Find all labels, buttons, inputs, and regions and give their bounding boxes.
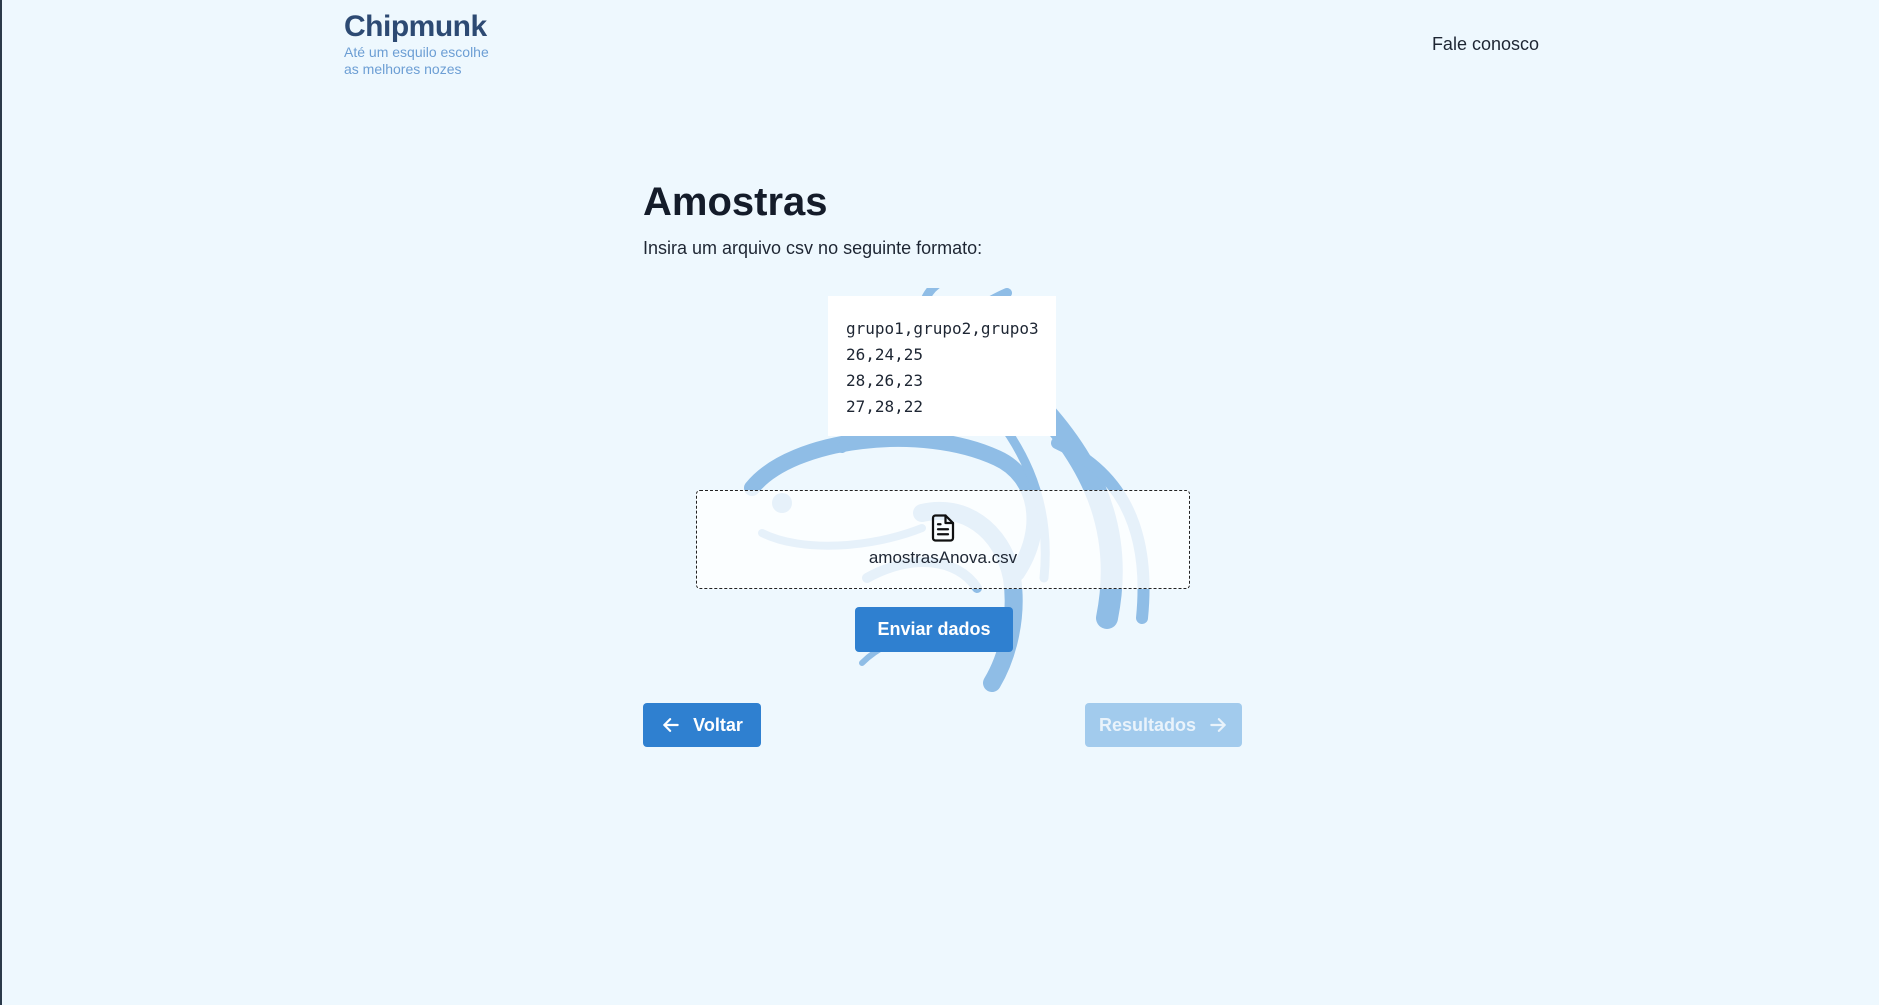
csv-example-line: grupo1,grupo2,grupo3 [846, 319, 1039, 338]
back-label: Voltar [693, 714, 743, 735]
arrow-right-icon [1210, 718, 1226, 732]
file-text-icon [931, 513, 955, 542]
contact-link[interactable]: Fale conosco [1432, 34, 1539, 55]
csv-example-line: 26,24,25 [846, 345, 924, 364]
logo-tagline-line2: as melhores nozes [344, 61, 462, 77]
results-button[interactable]: Resultados [1085, 703, 1242, 747]
back-button[interactable]: Voltar [643, 703, 761, 747]
csv-example-line: 28,26,23 [846, 371, 924, 390]
page-subtitle: Insira um arquivo csv no seguinte format… [643, 238, 983, 258]
page-title: Amostras [643, 180, 828, 224]
logo-tagline-line1: Até um esquilo escolhe [344, 44, 489, 60]
logo[interactable]: Chipmunk Até um esquilo escolhe as melho… [344, 10, 489, 78]
send-data-button[interactable]: Enviar dados [855, 607, 1013, 652]
file-upload-dropzone[interactable]: amostrasAnova.csv [696, 490, 1190, 589]
results-label: Resultados [1098, 714, 1197, 735]
arrow-left-icon [663, 718, 679, 732]
csv-format-example: grupo1,grupo2,grupo3 26,24,25 28,26,23 2… [828, 296, 1056, 436]
send-data-label: Enviar dados [877, 619, 991, 639]
csv-example-line: 27,28,22 [846, 397, 924, 416]
logo-name: Chipmunk [344, 10, 487, 43]
uploaded-file-name: amostrasAnova.csv [868, 547, 1018, 567]
